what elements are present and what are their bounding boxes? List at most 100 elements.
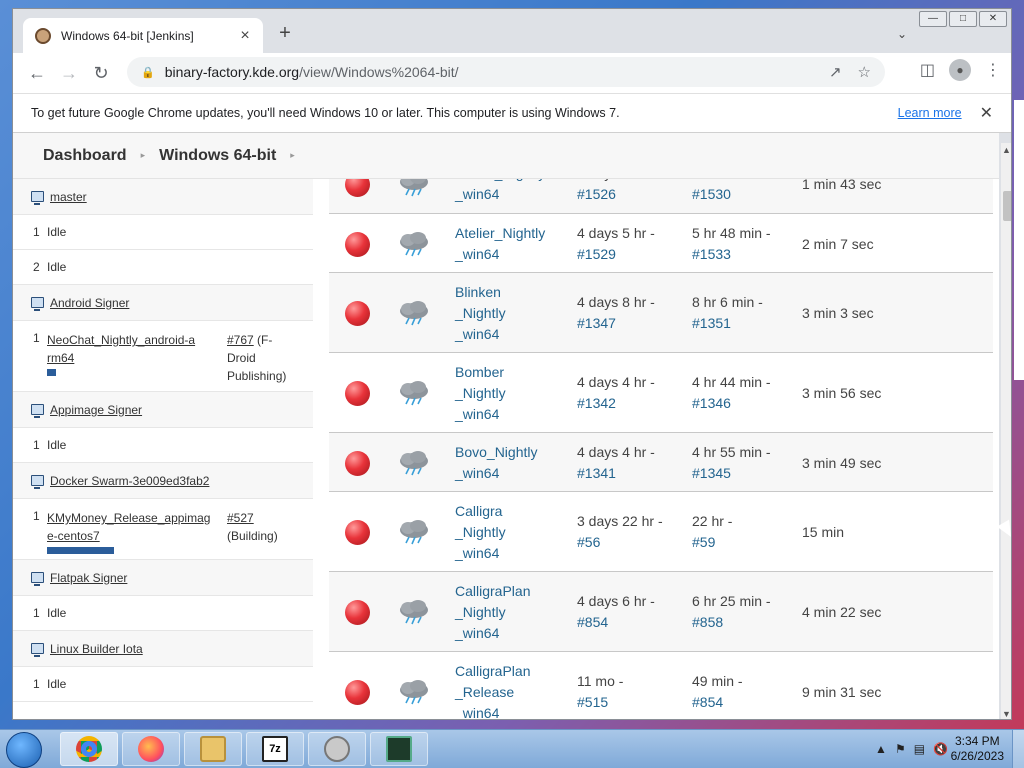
scroll-down-arrow-icon[interactable]: ▼ xyxy=(1002,709,1011,719)
lock-icon[interactable]: 🔒 xyxy=(141,66,155,79)
job-name-part[interactable]: _win64 xyxy=(455,184,565,205)
executor-build-link[interactable]: #767 xyxy=(227,333,254,347)
last-failure: 4 hr 44 min - #1346 xyxy=(692,372,802,414)
job-name-part[interactable]: _Nightly xyxy=(455,303,565,324)
job-name-part[interactable]: _win64 xyxy=(455,623,565,644)
executor-job-link[interactable]: KMyMoney_Release_appimage-centos7 xyxy=(47,509,217,545)
job-name-link[interactable]: Atelier_Nightly_win64 xyxy=(455,179,565,205)
last-failure: 5 hr 48 min - #1533 xyxy=(692,223,802,265)
last-success-build-link[interactable]: #515 xyxy=(577,692,687,713)
job-name-part[interactable]: _Release xyxy=(455,682,565,703)
job-name-link[interactable]: Blinken _Nightly _win64 xyxy=(455,282,565,345)
taskbar-chrome[interactable] xyxy=(60,732,118,766)
job-name-part[interactable]: _Nightly xyxy=(455,602,565,623)
profile-avatar-icon[interactable]: ● xyxy=(949,59,971,81)
last-failure-time: 8 hr 6 min - xyxy=(692,294,763,310)
last-failure-build-link[interactable]: #1346 xyxy=(692,393,802,414)
show-desktop-button[interactable] xyxy=(1012,730,1024,768)
side-panel-icon[interactable]: ◫ xyxy=(920,60,935,80)
job-name-part[interactable]: Bomber xyxy=(455,362,565,383)
last-failure-build-link[interactable]: #854 xyxy=(692,692,802,713)
reload-button[interactable]: ↻ xyxy=(87,59,115,87)
taskbar-explorer[interactable] xyxy=(184,732,242,766)
job-name-part[interactable]: CalligraPlan xyxy=(455,581,565,602)
taskbar-terminal[interactable] xyxy=(370,732,428,766)
node-link-docker-swarm[interactable]: Docker Swarm-3e009ed3fab2 xyxy=(50,474,209,488)
last-success-build-link[interactable]: #1341 xyxy=(577,463,687,484)
node-link-android-signer[interactable]: Android Signer xyxy=(50,296,129,310)
executor-job-link[interactable]: NeoChat_Nightly_android-arm64 xyxy=(47,331,197,367)
last-duration: 4 min 22 sec xyxy=(802,604,882,620)
taskbar-7zip[interactable]: 7z xyxy=(246,732,304,766)
last-failure-build-link[interactable]: #1345 xyxy=(692,463,802,484)
breadcrumb-view[interactable]: Windows 64-bit xyxy=(159,147,276,165)
tray-expand-icon[interactable]: ▲ xyxy=(875,742,887,756)
tab-jenkins[interactable]: Windows 64-bit [Jenkins] × xyxy=(23,18,263,53)
breadcrumb-separator-icon[interactable]: ▸ xyxy=(290,150,295,161)
tab-search-button[interactable]: ⌄ xyxy=(897,27,907,41)
taskbar-firefox[interactable] xyxy=(122,732,180,766)
node-link-flatpak-signer[interactable]: Flatpak Signer xyxy=(50,571,127,585)
job-name-part[interactable]: Calligra xyxy=(455,501,565,522)
job-name-link[interactable]: CalligraPlan _Nightly _win64 xyxy=(455,581,565,644)
job-name-part[interactable]: Bovo_Nightly xyxy=(455,442,565,463)
back-button[interactable]: ← xyxy=(23,59,51,87)
node-row: Linux Builder Iota xyxy=(13,631,313,667)
breadcrumb-dashboard[interactable]: Dashboard xyxy=(43,147,127,165)
address-bar[interactable]: 🔒 binary-factory.kde.org/view/Windows%20… xyxy=(127,57,885,87)
job-name-part[interactable]: _Nightly xyxy=(455,383,565,404)
job-name-part[interactable]: Atelier_Nightly xyxy=(455,223,565,244)
executor-build-link[interactable]: #527 xyxy=(227,511,254,525)
last-success-build-link[interactable]: #1526 xyxy=(577,184,687,205)
network-icon[interactable]: ▤ xyxy=(914,742,925,756)
page-scrollbar[interactable]: ▲ ▼ xyxy=(1001,143,1011,719)
job-name-part[interactable]: _win64 xyxy=(455,463,565,484)
job-name-link[interactable]: Calligra _Nightly _win64 xyxy=(455,501,565,564)
build-progress-bar[interactable] xyxy=(47,369,56,376)
build-progress-bar[interactable] xyxy=(47,547,114,554)
job-name-link[interactable]: Bovo_Nightly _win64 xyxy=(455,442,565,484)
last-failure-build-link[interactable]: #858 xyxy=(692,612,802,633)
last-success-build-link[interactable]: #1529 xyxy=(577,244,687,265)
share-icon[interactable]: ↗ xyxy=(829,63,842,81)
last-success-build-link[interactable]: #1342 xyxy=(577,393,687,414)
taskbar-jenkins[interactable] xyxy=(308,732,366,766)
job-name-link[interactable]: Atelier_Nightly_win64 xyxy=(455,223,565,265)
executor-status: Idle xyxy=(47,606,67,620)
menu-kebab-icon[interactable]: ⋮ xyxy=(985,60,1001,80)
last-success-build-link[interactable]: #1347 xyxy=(577,313,687,334)
scrollbar-thumb[interactable] xyxy=(1003,191,1011,221)
job-name-part[interactable]: Blinken xyxy=(455,282,565,303)
last-failure-build-link[interactable]: #59 xyxy=(692,532,802,553)
last-failure-time: 6 hr 25 min - xyxy=(692,593,771,609)
scroll-up-arrow-icon[interactable]: ▲ xyxy=(1002,145,1011,155)
forward-button[interactable]: → xyxy=(55,59,83,87)
learn-more-link[interactable]: Learn more xyxy=(898,106,962,120)
job-name-part[interactable]: _win64 xyxy=(455,244,565,265)
last-failure-build-link[interactable]: #1533 xyxy=(692,244,802,265)
last-success-build-link[interactable]: #56 xyxy=(577,532,687,553)
volume-muted-icon[interactable]: 🔇 xyxy=(933,742,948,756)
job-name-part[interactable]: _win64 xyxy=(455,703,565,720)
last-failure-build-link[interactable]: #1530 xyxy=(692,184,802,205)
last-success-build-link[interactable]: #854 xyxy=(577,612,687,633)
tab-close-icon[interactable]: × xyxy=(237,27,253,45)
job-name-part[interactable]: _win64 xyxy=(455,324,565,345)
job-name-part[interactable]: _win64 xyxy=(455,404,565,425)
node-link-appimage-signer[interactable]: Appimage Signer xyxy=(50,403,142,417)
job-name-part[interactable]: _Nightly xyxy=(455,522,565,543)
node-link-linux-builder-iota[interactable]: Linux Builder Iota xyxy=(50,642,143,656)
action-center-icon[interactable]: ⚑ xyxy=(895,742,906,756)
node-link-master[interactable]: master xyxy=(50,190,87,204)
last-failure-build-link[interactable]: #1351 xyxy=(692,313,802,334)
new-tab-button[interactable]: + xyxy=(275,23,295,43)
job-name-link[interactable]: Bomber _Nightly _win64 xyxy=(455,362,565,425)
bookmark-star-icon[interactable]: ☆ xyxy=(858,63,871,81)
infobar-close-icon[interactable]: ✕ xyxy=(980,103,993,123)
job-name-link[interactable]: CalligraPlan _Release _win64 xyxy=(455,661,565,720)
start-button[interactable] xyxy=(6,732,42,768)
taskbar-clock[interactable]: 3:34 PM 6/26/2023 xyxy=(951,734,1004,764)
job-name-part[interactable]: CalligraPlan xyxy=(455,661,565,682)
job-name-part[interactable]: _win64 xyxy=(455,543,565,564)
breadcrumb-separator-icon[interactable]: ▸ xyxy=(141,150,146,161)
